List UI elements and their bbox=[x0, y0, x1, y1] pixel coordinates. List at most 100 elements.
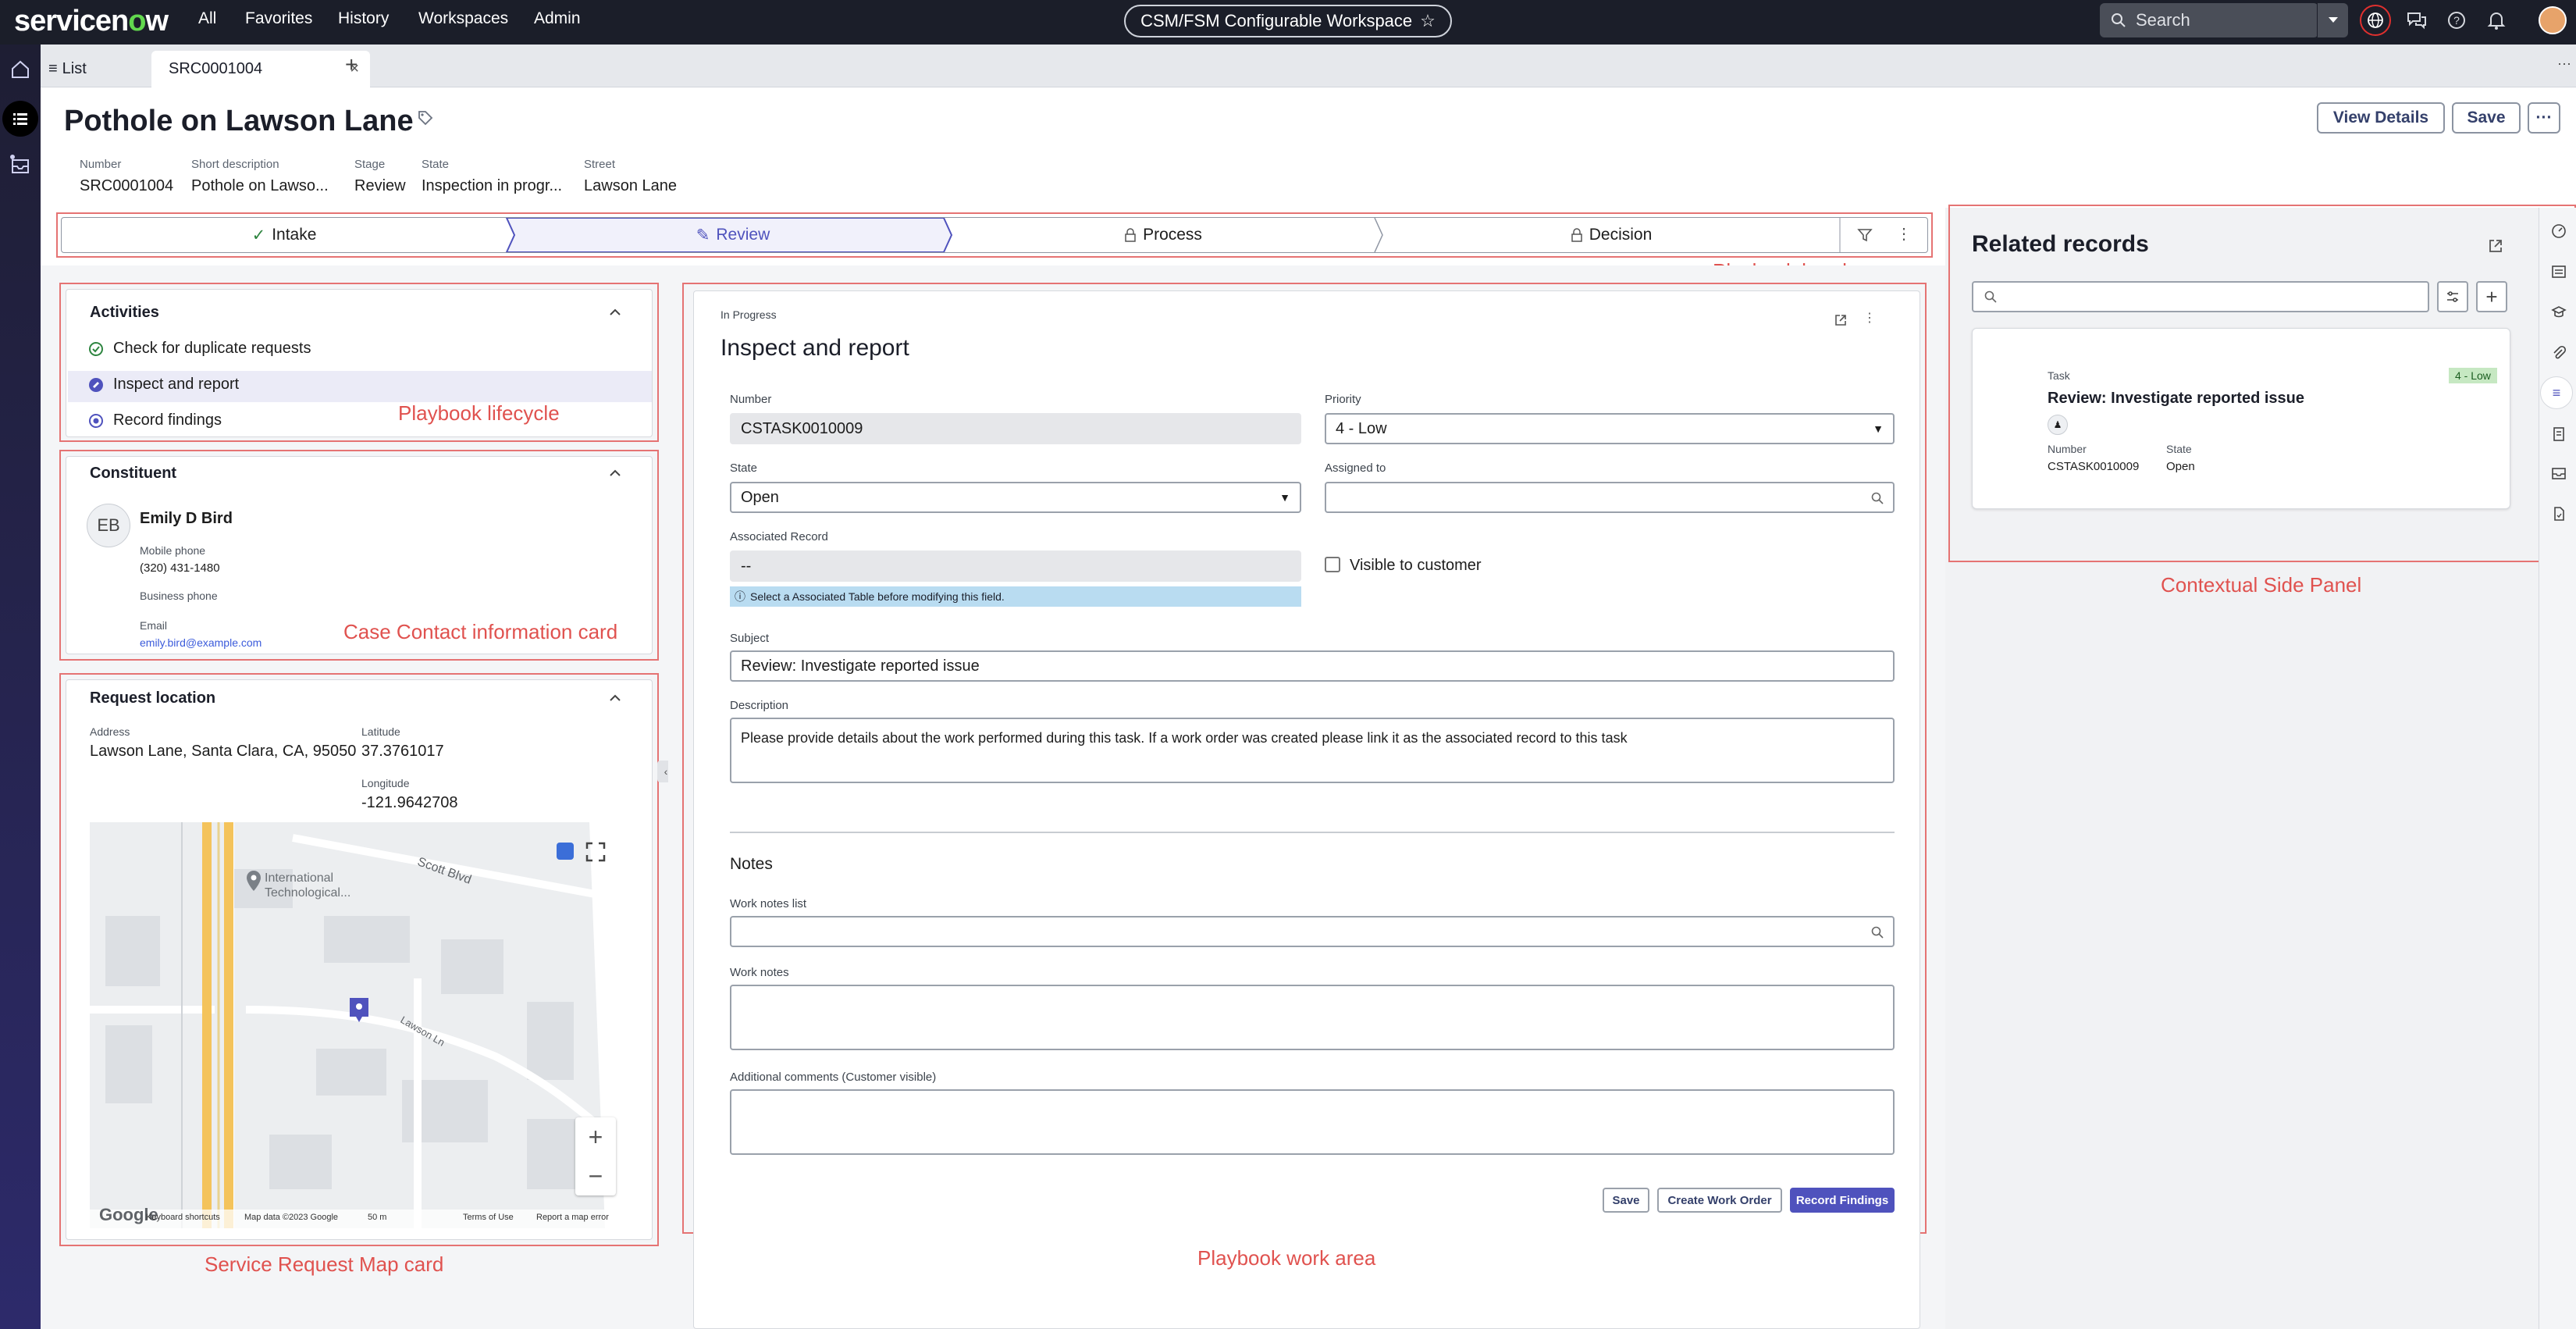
search-icon bbox=[1871, 492, 1884, 504]
nav-workspaces[interactable]: Workspaces bbox=[418, 9, 508, 28]
global-search[interactable]: Search bbox=[2100, 3, 2318, 37]
list-view-icon[interactable] bbox=[2551, 264, 2567, 280]
constituent-name[interactable]: Emily D Bird bbox=[140, 510, 233, 528]
related-record-card[interactable]: Task 4 - Low Review: Investigate reporte… bbox=[1972, 328, 2510, 509]
stage-intake[interactable]: ✓ Intake bbox=[62, 218, 507, 252]
zoom-out-button[interactable]: − bbox=[575, 1156, 616, 1195]
location-card: Request location Address Lawson Lane, Sa… bbox=[66, 679, 653, 1240]
more-icon[interactable]: ··· bbox=[2557, 55, 2571, 72]
create-work-order-button[interactable]: Create Work Order bbox=[1657, 1188, 1782, 1213]
add-related-button[interactable]: + bbox=[2476, 281, 2507, 312]
playbook-stages: ✓ Intake ✎ Review Process Decision ⋮ bbox=[61, 217, 1928, 253]
subject-field[interactable]: Review: Investigate reported issue bbox=[730, 650, 1895, 682]
header-field-number: Number SRC0001004 bbox=[80, 158, 174, 194]
map-place-label: International Technological... bbox=[265, 871, 351, 900]
avatar[interactable] bbox=[2539, 6, 2567, 34]
menu-icon: ≡ bbox=[48, 60, 58, 77]
annotation-side-panel: Contextual Side Panel bbox=[2161, 573, 2362, 597]
search-scope-dropdown[interactable] bbox=[2317, 3, 2348, 37]
top-navigation-bar: servicenow All Favorites History Workspa… bbox=[0, 0, 2576, 45]
attachment-icon[interactable] bbox=[2551, 345, 2567, 361]
priority-badge: 4 - Low bbox=[2449, 368, 2497, 383]
zoom-in-button[interactable]: + bbox=[575, 1117, 616, 1156]
tab-record[interactable]: SRC0001004 × bbox=[151, 51, 370, 87]
bell-icon[interactable] bbox=[2485, 9, 2507, 31]
tab-bar: ≡ List SRC0001004 × + ··· bbox=[41, 45, 2576, 87]
activity-item[interactable]: Check for duplicate requests bbox=[88, 340, 311, 358]
filter-settings-button[interactable] bbox=[2437, 281, 2468, 312]
mobile-value[interactable]: (320) 431-1480 bbox=[140, 561, 220, 575]
add-tab-button[interactable]: + bbox=[345, 52, 358, 77]
number-field: CSTASK0010009 bbox=[730, 413, 1301, 444]
servicenow-logo[interactable]: servicenow bbox=[14, 5, 169, 38]
filter-icon[interactable] bbox=[1857, 227, 1873, 243]
knowledge-icon[interactable] bbox=[2551, 305, 2567, 320]
map[interactable]: Scott Blvd Lawson Ln International Techn… bbox=[90, 822, 628, 1228]
email-link[interactable]: emily.bird@example.com bbox=[140, 636, 262, 649]
avatar: EB bbox=[87, 504, 130, 547]
chat-icon[interactable] bbox=[2406, 9, 2428, 31]
inbox-icon[interactable] bbox=[8, 152, 33, 177]
record-findings-button[interactable]: Record Findings bbox=[1790, 1188, 1895, 1213]
more-actions-button[interactable]: ··· bbox=[2528, 102, 2560, 134]
document-icon[interactable] bbox=[2551, 426, 2567, 442]
visible-to-customer-checkbox[interactable] bbox=[1325, 557, 1340, 572]
search-input[interactable]: Search bbox=[2136, 10, 2190, 30]
open-new-icon[interactable] bbox=[1834, 313, 1848, 327]
longitude-value: -121.9642708 bbox=[361, 794, 458, 811]
work-notes-field[interactable] bbox=[730, 985, 1895, 1050]
tag-icon[interactable] bbox=[417, 109, 434, 126]
chevron-up-icon[interactable] bbox=[608, 691, 622, 705]
map-pin-icon[interactable] bbox=[347, 996, 371, 1025]
map-footer-link[interactable]: Keyboard shortcuts bbox=[146, 1213, 220, 1222]
fullscreen-icon[interactable] bbox=[585, 841, 607, 863]
nav-admin[interactable]: Admin bbox=[534, 9, 581, 28]
assigned-to-field[interactable] bbox=[1325, 482, 1895, 513]
chevron-up-icon[interactable] bbox=[608, 466, 622, 480]
additional-comments-field[interactable] bbox=[730, 1089, 1895, 1155]
activities-card: Activities Check for duplicate requests … bbox=[66, 289, 653, 437]
globe-icon[interactable] bbox=[2360, 5, 2391, 36]
related-search-input[interactable] bbox=[1972, 281, 2429, 312]
inbox-icon[interactable] bbox=[2551, 465, 2567, 481]
stage-process[interactable]: Process bbox=[952, 218, 1375, 252]
zoom-controls: + − bbox=[575, 1117, 616, 1195]
stage-review[interactable]: ✎ Review bbox=[514, 218, 952, 252]
nav-history[interactable]: History bbox=[338, 9, 389, 28]
stage-decision[interactable]: Decision bbox=[1382, 218, 1840, 252]
state-select[interactable]: Open ▼ bbox=[730, 482, 1301, 513]
task-status: In Progress bbox=[720, 308, 777, 321]
nav-all[interactable]: All bbox=[198, 9, 216, 28]
save-button[interactable]: Save bbox=[2452, 102, 2521, 134]
work-notes-list-field[interactable] bbox=[730, 916, 1895, 947]
kebab-icon[interactable]: ⋮ bbox=[1896, 224, 1912, 244]
star-icon[interactable]: ☆ bbox=[1420, 11, 1436, 31]
caret-down-icon: ▼ bbox=[1873, 422, 1884, 435]
kebab-icon[interactable]: ⋮ bbox=[1863, 310, 1876, 326]
open-new-icon[interactable] bbox=[2487, 237, 2504, 255]
tab-list[interactable]: ≡ List bbox=[48, 51, 87, 87]
description-field[interactable]: Please provide details about the work pe… bbox=[730, 718, 1895, 783]
home-icon[interactable] bbox=[9, 59, 31, 80]
annotation-playbook-lifecycle: Playbook lifecycle bbox=[398, 401, 560, 425]
related-state-value: Open bbox=[2166, 460, 2195, 473]
activity-item[interactable]: Record findings bbox=[88, 412, 222, 429]
list-icon[interactable] bbox=[2, 101, 38, 137]
related-card-title[interactable]: Review: Investigate reported issue bbox=[2048, 390, 2304, 408]
address-value: Lawson Lane, Santa Clara, CA, 95050 bbox=[90, 743, 357, 760]
file-check-icon[interactable] bbox=[2551, 506, 2567, 522]
activity-item-active[interactable]: Inspect and report bbox=[88, 376, 239, 394]
latitude-value: 37.3761017 bbox=[361, 743, 444, 760]
chevron-up-icon[interactable] bbox=[608, 305, 622, 319]
related-records-icon[interactable]: ≡ bbox=[2540, 376, 2573, 409]
workspace-title-pill[interactable]: CSM/FSM Configurable Workspace ☆ bbox=[1124, 5, 1452, 37]
view-details-button[interactable]: View Details bbox=[2317, 102, 2445, 134]
map-footer-link[interactable]: Terms of Use bbox=[463, 1213, 514, 1222]
dashboard-icon[interactable] bbox=[2551, 223, 2567, 239]
nav-favorites[interactable]: Favorites bbox=[245, 9, 312, 28]
workspace-title: CSM/FSM Configurable Workspace bbox=[1140, 11, 1413, 30]
help-icon[interactable]: ? bbox=[2446, 9, 2467, 31]
task-save-button[interactable]: Save bbox=[1603, 1188, 1649, 1213]
priority-select[interactable]: 4 - Low ▼ bbox=[1325, 413, 1895, 444]
map-footer-link[interactable]: Report a map error bbox=[536, 1213, 609, 1222]
